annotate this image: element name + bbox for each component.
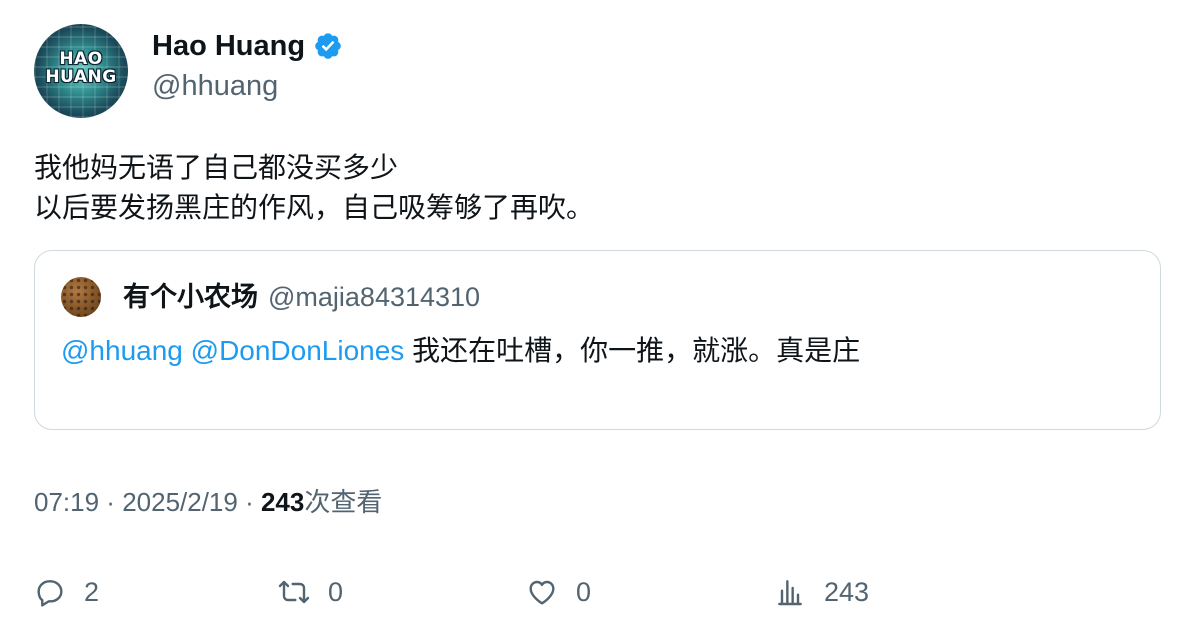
avatar-logo-text: HAO HUANG — [34, 50, 128, 86]
quoted-tweet-card[interactable]: 有个小农场 @majia84314310 @hhuang @DonDonLion… — [34, 250, 1161, 430]
author-name-row: Hao Huang — [152, 28, 343, 64]
like-count: 0 — [576, 576, 592, 607]
views-bar-chart-icon — [778, 580, 802, 606]
reply-button[interactable]: 2 — [34, 570, 99, 614]
repost-icon — [278, 580, 310, 604]
tweet-meta: 07:19 · 2025/2/19 · 243次查看 — [34, 484, 382, 520]
tweet-text-line1: 我他妈无语了自己都没买多少 — [34, 152, 399, 183]
like-button[interactable]: 0 — [526, 570, 591, 614]
verified-badge-icon — [315, 33, 341, 59]
mention-link[interactable]: @DonDonLiones — [191, 335, 405, 366]
repost-count: 0 — [328, 576, 344, 607]
reply-count: 2 — [84, 576, 100, 607]
quote-text: @hhuang @DonDonLiones 我还在吐槽，你一推，就涨。真是庄 — [61, 331, 860, 371]
avatar-text-line1: HAO — [59, 49, 103, 69]
action-bar: 2 0 0 243 — [34, 570, 1161, 614]
quote-header: 有个小农场 @majia84314310 — [123, 279, 480, 315]
views-count: 243 — [260, 487, 305, 517]
reply-icon — [37, 580, 63, 607]
tweet-date[interactable]: 2025/2/19 — [122, 487, 238, 517]
quote-author-handle[interactable]: @majia84314310 — [268, 279, 480, 315]
quote-body-text: 我还在吐槽，你一推，就涨。真是庄 — [412, 335, 861, 366]
views-action-count: 243 — [824, 576, 870, 607]
avatar-text-line2: HUANG — [45, 67, 117, 87]
tweet-time[interactable]: 07:19 — [34, 487, 99, 517]
meta-separator: · — [237, 487, 261, 517]
repost-button[interactable]: 0 — [278, 570, 343, 614]
author-name[interactable]: Hao Huang — [152, 28, 305, 64]
author-handle[interactable]: @hhuang — [152, 68, 278, 104]
tweet-text: 我他妈无语了自己都没买多少 以后要发扬黑庄的作风，自己吸筹够了再吹。 — [34, 148, 594, 228]
views-button[interactable]: 243 — [774, 570, 869, 614]
meta-separator: · — [99, 487, 123, 517]
views-label: 次查看 — [304, 487, 383, 517]
tweet-text-line2: 以后要发扬黑庄的作风，自己吸筹够了再吹。 — [34, 192, 595, 223]
quote-avatar-texture — [61, 277, 101, 317]
author-avatar[interactable]: HAO HUANG — [34, 24, 128, 118]
quote-author-name[interactable]: 有个小农场 — [123, 279, 258, 315]
quote-author-avatar[interactable] — [61, 277, 101, 317]
mention-link[interactable]: @hhuang — [61, 335, 183, 366]
heart-icon — [529, 580, 555, 605]
